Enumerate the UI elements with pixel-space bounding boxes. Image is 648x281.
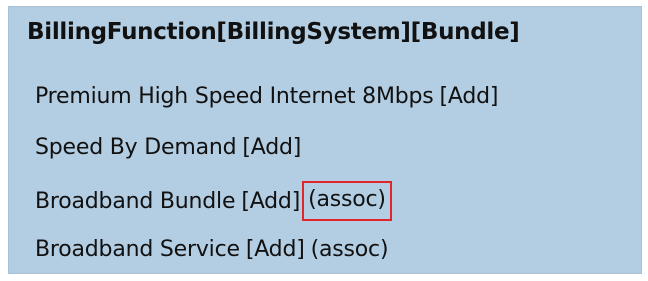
list-item: Premium High Speed Internet 8Mbps [Add] [35,81,498,113]
list-item: Broadband Service [Add] (assoc) [35,234,498,266]
list-item: Speed By Demand [Add] [35,132,498,164]
item-name: Broadband Bundle [35,189,236,214]
item-name: Broadband Service [35,237,240,262]
item-name: Speed By Demand [35,135,237,160]
assoc-link[interactable]: (assoc) [311,234,389,266]
add-link[interactable]: [Add] [246,234,305,266]
panel-title: BillingFunction[BillingSystem][Bundle] [27,19,520,45]
list-item: Broadband Bundle [Add] (assoc) [35,181,498,221]
bundle-item-list: Premium High Speed Internet 8Mbps [Add] S… [35,81,498,266]
add-link[interactable]: [Add] [241,186,300,218]
assoc-link-highlighted[interactable]: (assoc) [302,181,392,221]
billing-function-panel: BillingFunction[BillingSystem][Bundle] P… [8,6,642,274]
item-name: Premium High Speed Internet 8Mbps [35,84,434,109]
add-link[interactable]: [Add] [440,81,499,113]
add-link[interactable]: [Add] [242,132,301,164]
